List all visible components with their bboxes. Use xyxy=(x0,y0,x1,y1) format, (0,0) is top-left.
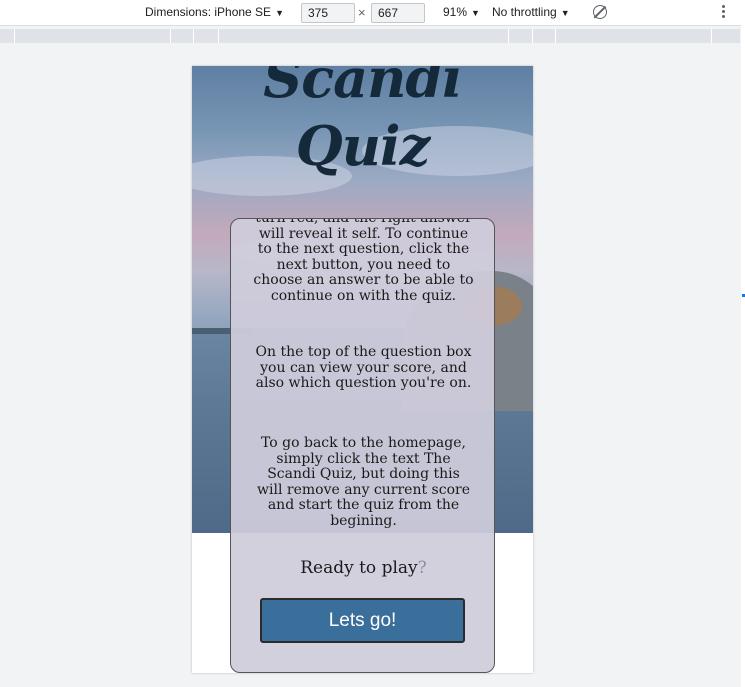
window-edge xyxy=(741,0,745,687)
rules-paragraph: To go back to the homepage, simply click… xyxy=(257,435,470,529)
media-query-tick xyxy=(711,29,712,43)
rules-card: turn red, and the right answer will reve… xyxy=(230,218,495,673)
ready-question-mark: ? xyxy=(417,558,427,578)
times-icon: × xyxy=(358,5,366,20)
media-query-tick xyxy=(218,29,219,43)
site-title-link[interactable]: Quiz xyxy=(192,114,533,178)
start-quiz-button[interactable]: Lets go! xyxy=(260,598,465,643)
zoom-dropdown[interactable]: 91% ▼ xyxy=(443,0,480,26)
more-options-icon[interactable] xyxy=(722,5,726,21)
site-title-link[interactable]: Scandi xyxy=(192,66,533,110)
throttling-dropdown[interactable]: No throttling ▼ xyxy=(492,0,570,26)
media-query-tick xyxy=(508,29,509,43)
viewport-width-input[interactable]: 375 xyxy=(301,3,355,23)
throttling-label: No throttling xyxy=(492,5,557,19)
device-viewport: Scandi Quiz turn red, and the right answ… xyxy=(192,66,533,673)
chevron-down-icon: ▼ xyxy=(275,8,284,18)
media-query-tick xyxy=(193,29,194,43)
media-query-tick xyxy=(555,29,556,43)
rotate-icon[interactable] xyxy=(593,5,607,19)
device-toolbar: Dimensions: iPhone SE ▼ 375 × 667 91% ▼ No… xyxy=(0,0,745,26)
media-query-tick xyxy=(532,29,533,43)
ready-heading: Ready to play? xyxy=(231,558,494,578)
media-query-tick xyxy=(170,29,171,43)
device-dimensions-dropdown[interactable]: Dimensions: iPhone SE ▼ xyxy=(145,0,284,26)
zoom-label: 91% xyxy=(443,5,468,19)
rules-paragraph: On the top of the question box you can v… xyxy=(255,344,472,391)
media-query-tick xyxy=(14,29,15,43)
chevron-down-icon: ▼ xyxy=(471,8,480,18)
chevron-down-icon: ▼ xyxy=(560,8,570,18)
rules-paragraph: turn red, and the right answer will reve… xyxy=(253,218,474,304)
dimensions-label: Dimensions: iPhone SE xyxy=(145,5,272,19)
ready-text: Ready to play xyxy=(300,558,418,578)
media-query-bar[interactable] xyxy=(0,29,740,43)
viewport-height-input[interactable]: 667 xyxy=(371,3,425,23)
